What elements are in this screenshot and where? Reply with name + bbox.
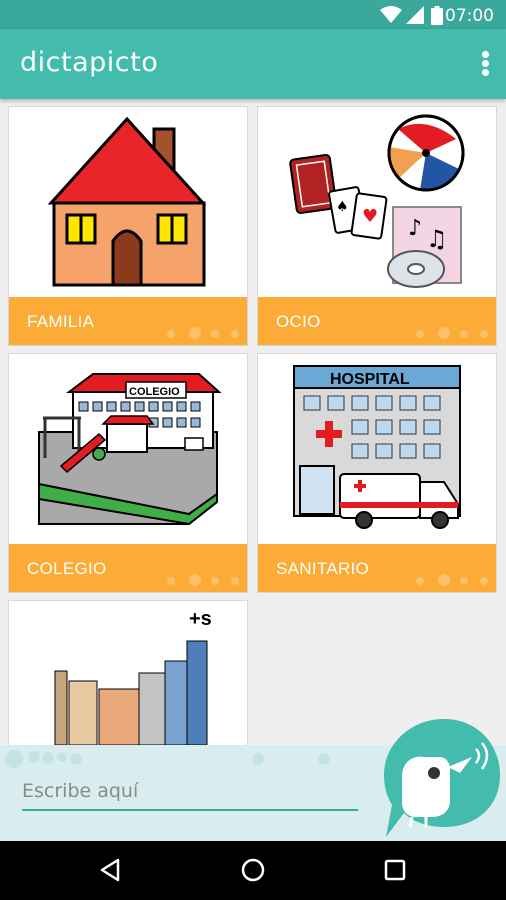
category-label-bar: SANITARIO [258, 544, 496, 592]
hospital-sign: HOSPITAL [330, 371, 410, 388]
hospital-icon: HOSPITAL [293, 365, 461, 529]
category-label: COLEGIO [27, 559, 107, 578]
wifi-icon [380, 6, 402, 23]
back-icon[interactable] [96, 855, 126, 885]
message-input[interactable] [22, 775, 358, 807]
street-icon: +s [54, 608, 212, 745]
status-time: 07:00 [445, 6, 494, 26]
category-card-street[interactable]: +s [8, 600, 248, 745]
decorative-dots [416, 327, 488, 339]
category-label-bar: OCIO [258, 297, 496, 345]
school-sign: COLEGIO [129, 386, 180, 398]
svg-text:♫: ♫ [426, 225, 448, 253]
school-icon: COLEGIO [38, 373, 222, 526]
app-title: dictapicto [20, 47, 159, 78]
house-icon [47, 116, 207, 287]
category-label: OCIO [276, 312, 321, 331]
category-grid: FAMILIA ♥ ♠ ♪ ♫ OCIO COLEGIO COLEGIO HOS… [0, 99, 506, 745]
svg-text:♠: ♠ [336, 199, 349, 215]
cell-signal-icon [406, 6, 424, 24]
status-bar: 07:00 [0, 0, 506, 29]
app-bar: dictapicto [0, 29, 506, 99]
category-card-familia[interactable]: FAMILIA [8, 106, 248, 346]
navigation-bar [0, 841, 506, 900]
plural-badge: +s [189, 608, 212, 630]
leisure-icon: ♥ ♠ ♪ ♫ [289, 114, 465, 288]
decorative-dots [5, 750, 330, 768]
category-label-bar: COLEGIO [9, 544, 247, 592]
category-label: SANITARIO [276, 559, 370, 578]
svg-text:♥: ♥ [362, 206, 378, 227]
more-vert-icon[interactable] [478, 49, 492, 79]
category-label-bar: FAMILIA [9, 297, 247, 345]
recents-icon[interactable] [380, 855, 410, 885]
decorative-dots [167, 574, 239, 586]
category-card-sanitario[interactable]: HOSPITAL SANITARIO [257, 353, 497, 593]
svg-text:♪: ♪ [408, 216, 422, 241]
speaking-bird-icon[interactable] [382, 715, 502, 837]
decorative-dots [167, 327, 239, 339]
battery-icon [431, 6, 443, 25]
category-card-colegio[interactable]: COLEGIO COLEGIO [8, 353, 248, 593]
text-input-container [22, 775, 358, 811]
decorative-dots [416, 574, 488, 586]
category-label: FAMILIA [27, 312, 95, 331]
home-icon[interactable] [238, 855, 268, 885]
category-card-ocio[interactable]: ♥ ♠ ♪ ♫ OCIO [257, 106, 497, 346]
